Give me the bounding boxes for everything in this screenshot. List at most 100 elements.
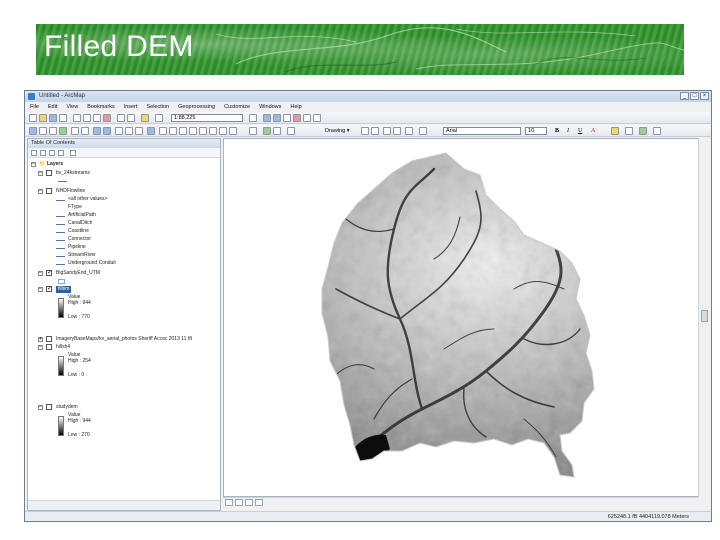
layer-name[interactable]: NHDFlowline [56, 188, 85, 195]
menu-edit[interactable]: Edit [48, 102, 57, 112]
hyperlink-icon[interactable] [159, 127, 167, 135]
fixed-zoom-out-icon[interactable] [81, 127, 89, 135]
drawing-menu[interactable]: Drawing ▾ [325, 126, 349, 136]
find-route-icon[interactable] [199, 127, 207, 135]
toc-options-icon[interactable] [70, 150, 76, 156]
text-icon[interactable] [393, 127, 401, 135]
layer-name[interactable]: ImageryBaseMaps/kv_aerial_photos Sheriff… [56, 336, 192, 343]
layer-visibility-checkbox[interactable] [46, 170, 52, 176]
close-button[interactable]: × [700, 92, 709, 100]
menu-selection[interactable]: Selection [146, 102, 169, 112]
undo-icon[interactable] [117, 114, 125, 122]
rotate-icon[interactable] [371, 127, 379, 135]
pan-hand-icon[interactable] [49, 127, 57, 135]
list-by-selection-icon[interactable] [58, 150, 64, 156]
expand-layer-icon[interactable]: − [38, 405, 43, 410]
list-by-source-icon[interactable] [40, 150, 46, 156]
menu-geoprocessing[interactable]: Geoprocessing [178, 102, 215, 112]
expand-layer-icon[interactable]: − [38, 287, 43, 292]
menu-windows[interactable]: Windows [259, 102, 281, 112]
italic-button[interactable]: I [567, 126, 569, 136]
pause-drawing-button[interactable] [255, 499, 263, 506]
bold-button[interactable]: B [555, 126, 559, 136]
python-window-icon[interactable] [303, 114, 311, 122]
refresh-view-button[interactable] [245, 499, 253, 506]
paste-icon[interactable] [93, 114, 101, 122]
map-horizontal-scrollbar[interactable] [223, 497, 699, 507]
root-layers-label[interactable]: Layers [47, 161, 63, 168]
scale-dropdown-icon[interactable] [155, 114, 163, 122]
arctoolbox-icon[interactable] [293, 114, 301, 122]
go-to-xy-icon[interactable] [209, 127, 217, 135]
layer-dropdown-icon[interactable] [249, 127, 257, 135]
minimize-button[interactable]: _ [680, 92, 689, 100]
editor-toolbar-icon[interactable] [249, 114, 257, 122]
fixed-zoom-in-icon[interactable] [71, 127, 79, 135]
menu-bookmarks[interactable]: Bookmarks [87, 102, 115, 112]
line-color-icon[interactable] [625, 127, 633, 135]
zoom-in-icon[interactable] [29, 127, 37, 135]
map-scale-input[interactable]: 1:88,225 [171, 114, 243, 122]
fill-color-icon[interactable] [611, 127, 619, 135]
open-folder-icon[interactable] [39, 114, 47, 122]
layer-visibility-checkbox[interactable] [46, 336, 52, 342]
effects-icon[interactable] [287, 127, 295, 135]
edit-vertices-icon[interactable] [405, 127, 413, 135]
toc-horizontal-scrollbar[interactable] [28, 500, 220, 510]
menu-file[interactable]: File [30, 102, 39, 112]
layer-name[interactable]: BigSandyEnd_UTM [56, 270, 100, 277]
layer-visibility-checkbox[interactable] [46, 344, 52, 350]
zoom-out-icon[interactable] [39, 127, 47, 135]
select-elements-icon[interactable] [135, 127, 143, 135]
rectangle-icon[interactable] [383, 127, 391, 135]
expand-layer-icon[interactable]: − [38, 345, 43, 350]
redo-icon[interactable] [127, 114, 135, 122]
more-tools-icon[interactable] [653, 127, 661, 135]
maximize-button[interactable]: □ [690, 92, 699, 100]
new-document-icon[interactable] [29, 114, 37, 122]
select-element-arrow-icon[interactable] [361, 127, 369, 135]
layer-visibility-checkbox[interactable]: ✓ [46, 286, 52, 292]
underline-button[interactable]: U [578, 126, 582, 136]
save-icon[interactable] [49, 114, 57, 122]
data-view-button[interactable] [225, 499, 233, 506]
copy-icon[interactable] [83, 114, 91, 122]
menu-insert[interactable]: Insert [124, 102, 138, 112]
scrollbar-thumb[interactable] [701, 310, 708, 322]
font-color-button[interactable]: A [591, 126, 595, 136]
map-display[interactable] [223, 138, 699, 497]
font-size-select[interactable]: 10 [525, 127, 547, 135]
layer-name[interactable]: studydem [56, 404, 78, 411]
layer-name-selected[interactable]: fillsm [56, 286, 72, 293]
list-by-drawing-order-icon[interactable] [31, 150, 37, 156]
delete-icon[interactable] [103, 114, 111, 122]
layer-visibility-checkbox[interactable] [46, 188, 52, 194]
catalog-window-icon[interactable] [273, 114, 281, 122]
identify-icon[interactable] [147, 127, 155, 135]
layer-visibility-checkbox[interactable] [46, 404, 52, 410]
map-vertical-scrollbar[interactable] [698, 138, 710, 497]
cut-icon[interactable] [73, 114, 81, 122]
flicker-icon[interactable] [273, 127, 281, 135]
time-slider-icon[interactable] [219, 127, 227, 135]
font-name-select[interactable]: Arial [443, 127, 521, 135]
layer-name[interactable]: bv_24kstreams [56, 170, 90, 177]
swipe-icon[interactable] [263, 127, 271, 135]
measure-icon[interactable] [179, 127, 187, 135]
layer-visibility-checkbox[interactable]: ✓ [46, 270, 52, 276]
html-popup-icon[interactable] [169, 127, 177, 135]
marker-color-icon[interactable] [639, 127, 647, 135]
font-picker-icon[interactable] [419, 127, 427, 135]
full-extent-icon[interactable] [59, 127, 67, 135]
layer-name[interactable]: hillsh4 [56, 344, 70, 351]
back-extent-icon[interactable] [93, 127, 101, 135]
model-builder-icon[interactable] [313, 114, 321, 122]
add-data-icon[interactable] [141, 114, 149, 122]
expand-layer-icon[interactable]: − [38, 271, 43, 276]
expand-layer-icon[interactable]: − [38, 189, 43, 194]
layout-view-button[interactable] [235, 499, 243, 506]
menu-customize[interactable]: Customize [224, 102, 250, 112]
search-window-icon[interactable] [283, 114, 291, 122]
menu-view[interactable]: View [66, 102, 78, 112]
select-features-icon[interactable] [115, 127, 123, 135]
